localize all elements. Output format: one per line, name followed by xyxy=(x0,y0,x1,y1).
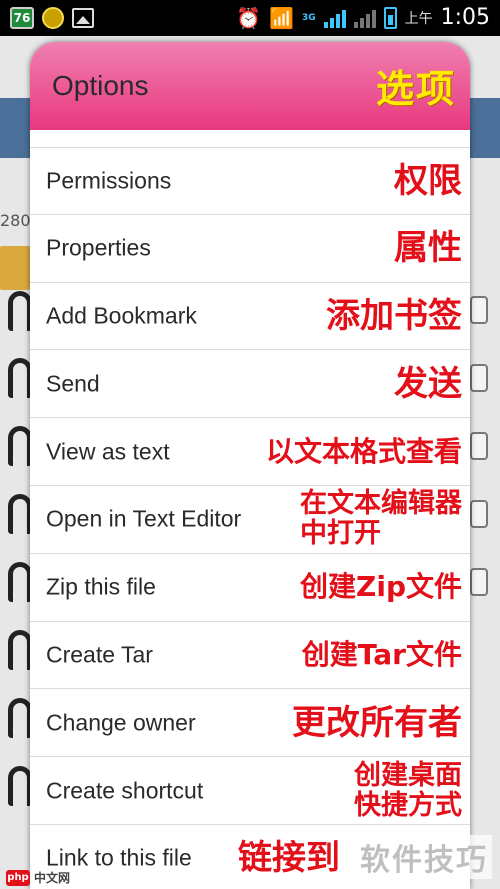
headphones-icon xyxy=(8,358,32,398)
secondary-signal-icon xyxy=(353,8,376,28)
menu-item-view-as-text[interactable]: View as text 以文本格式查看 xyxy=(30,418,470,486)
checkbox[interactable] xyxy=(470,568,488,596)
network-type-label: 3G xyxy=(301,12,316,23)
annotation-line: 创建桌面 xyxy=(354,759,462,791)
menu-item-label: Zip this file xyxy=(46,573,156,600)
menu-item-label: Create Tar xyxy=(46,641,153,668)
menu-item-annotation: 在文本编辑器 中打开 xyxy=(300,489,462,549)
alarm-clock-icon: ⏰ xyxy=(236,5,262,30)
signal-strength-icon xyxy=(323,8,346,28)
options-list: Permissions 权限 Properties 属性 Add Bookmar… xyxy=(30,147,470,889)
clock-time: 1:05 xyxy=(440,5,490,30)
menu-item-annotation: 属性 xyxy=(394,228,462,269)
headphones-icon xyxy=(8,766,32,806)
notification-badge: 76 xyxy=(10,7,34,29)
status-bar: 76 ⏰ 📶 3G 上午 1:05 xyxy=(0,0,500,36)
checkbox[interactable] xyxy=(470,364,488,392)
menu-item-label: Properties xyxy=(46,234,151,261)
menu-item-annotation: 更改所有者 xyxy=(292,702,462,743)
options-dialog: Options 选项 Permissions 权限 Properties 属性 … xyxy=(30,42,470,889)
menu-item-send[interactable]: Send 发送 xyxy=(30,350,470,419)
menu-item-label: Open in Text Editor xyxy=(46,505,242,532)
app-notification-icon xyxy=(42,7,64,29)
folder-icon xyxy=(0,246,30,290)
menu-item-annotation: 创建桌面 快捷方式 xyxy=(354,759,462,821)
watermark: 软件技巧 xyxy=(356,835,492,879)
headphones-icon xyxy=(8,426,32,466)
logo-mark: php xyxy=(6,869,30,886)
annotation-line: 快捷方式 xyxy=(354,789,462,821)
menu-item-label: View as text xyxy=(46,438,170,465)
menu-item-create-tar[interactable]: Create Tar 创建Tar文件 xyxy=(30,622,470,690)
checkbox[interactable] xyxy=(470,296,488,324)
menu-item-annotation: 添加书签 xyxy=(326,295,462,336)
dialog-title: Options xyxy=(52,70,149,101)
headphones-icon xyxy=(8,291,32,331)
menu-item-permissions[interactable]: Permissions 权限 xyxy=(30,147,470,215)
headphones-icon xyxy=(8,698,32,738)
battery-icon xyxy=(383,6,397,29)
checkbox[interactable] xyxy=(470,432,488,460)
checkbox[interactable] xyxy=(470,500,488,528)
menu-item-annotation: 创建Tar文件 xyxy=(301,637,462,671)
annotation-line: 在文本编辑器 xyxy=(300,488,462,520)
logo-text: 中文网 xyxy=(34,871,71,885)
menu-item-zip-this-file[interactable]: Zip this file 创建Zip文件 xyxy=(30,554,470,622)
menu-item-add-bookmark[interactable]: Add Bookmark 添加书签 xyxy=(30,283,470,351)
menu-item-properties[interactable]: Properties 属性 xyxy=(30,215,470,283)
background-item-text: 280 xyxy=(0,211,31,230)
menu-item-label: Create shortcut xyxy=(46,777,204,804)
headphones-icon xyxy=(8,494,32,534)
menu-item-annotation: 发送 xyxy=(394,363,462,404)
headphones-icon xyxy=(8,630,32,670)
menu-item-annotation: 以文本格式查看 xyxy=(265,434,462,468)
menu-item-label: Link to this file xyxy=(46,844,192,871)
image-notification-icon xyxy=(72,8,94,28)
site-logo: php 中文网 xyxy=(6,869,70,886)
menu-item-label: Permissions xyxy=(46,167,172,194)
menu-item-label: Send xyxy=(46,370,100,397)
wifi-icon: 📶 xyxy=(269,5,294,30)
menu-item-label: Change owner xyxy=(46,709,196,736)
menu-item-create-shortcut[interactable]: Create shortcut 创建桌面 快捷方式 xyxy=(30,757,470,825)
annotation-line: 中打开 xyxy=(300,518,381,550)
menu-item-annotation: 权限 xyxy=(394,160,462,201)
headphones-icon xyxy=(8,562,32,602)
menu-item-label: Add Bookmark xyxy=(46,302,197,329)
time-ampm: 上午 xyxy=(404,10,433,27)
menu-item-annotation: 创建Zip文件 xyxy=(300,570,462,604)
menu-item-open-in-text-editor[interactable]: Open in Text Editor 在文本编辑器 中打开 xyxy=(30,486,470,554)
title-annotation: 选项 xyxy=(375,67,456,111)
menu-item-annotation: 链接到 xyxy=(238,838,340,879)
dialog-header: Options 选项 xyxy=(30,42,470,130)
menu-item-change-owner[interactable]: Change owner 更改所有者 xyxy=(30,689,470,758)
